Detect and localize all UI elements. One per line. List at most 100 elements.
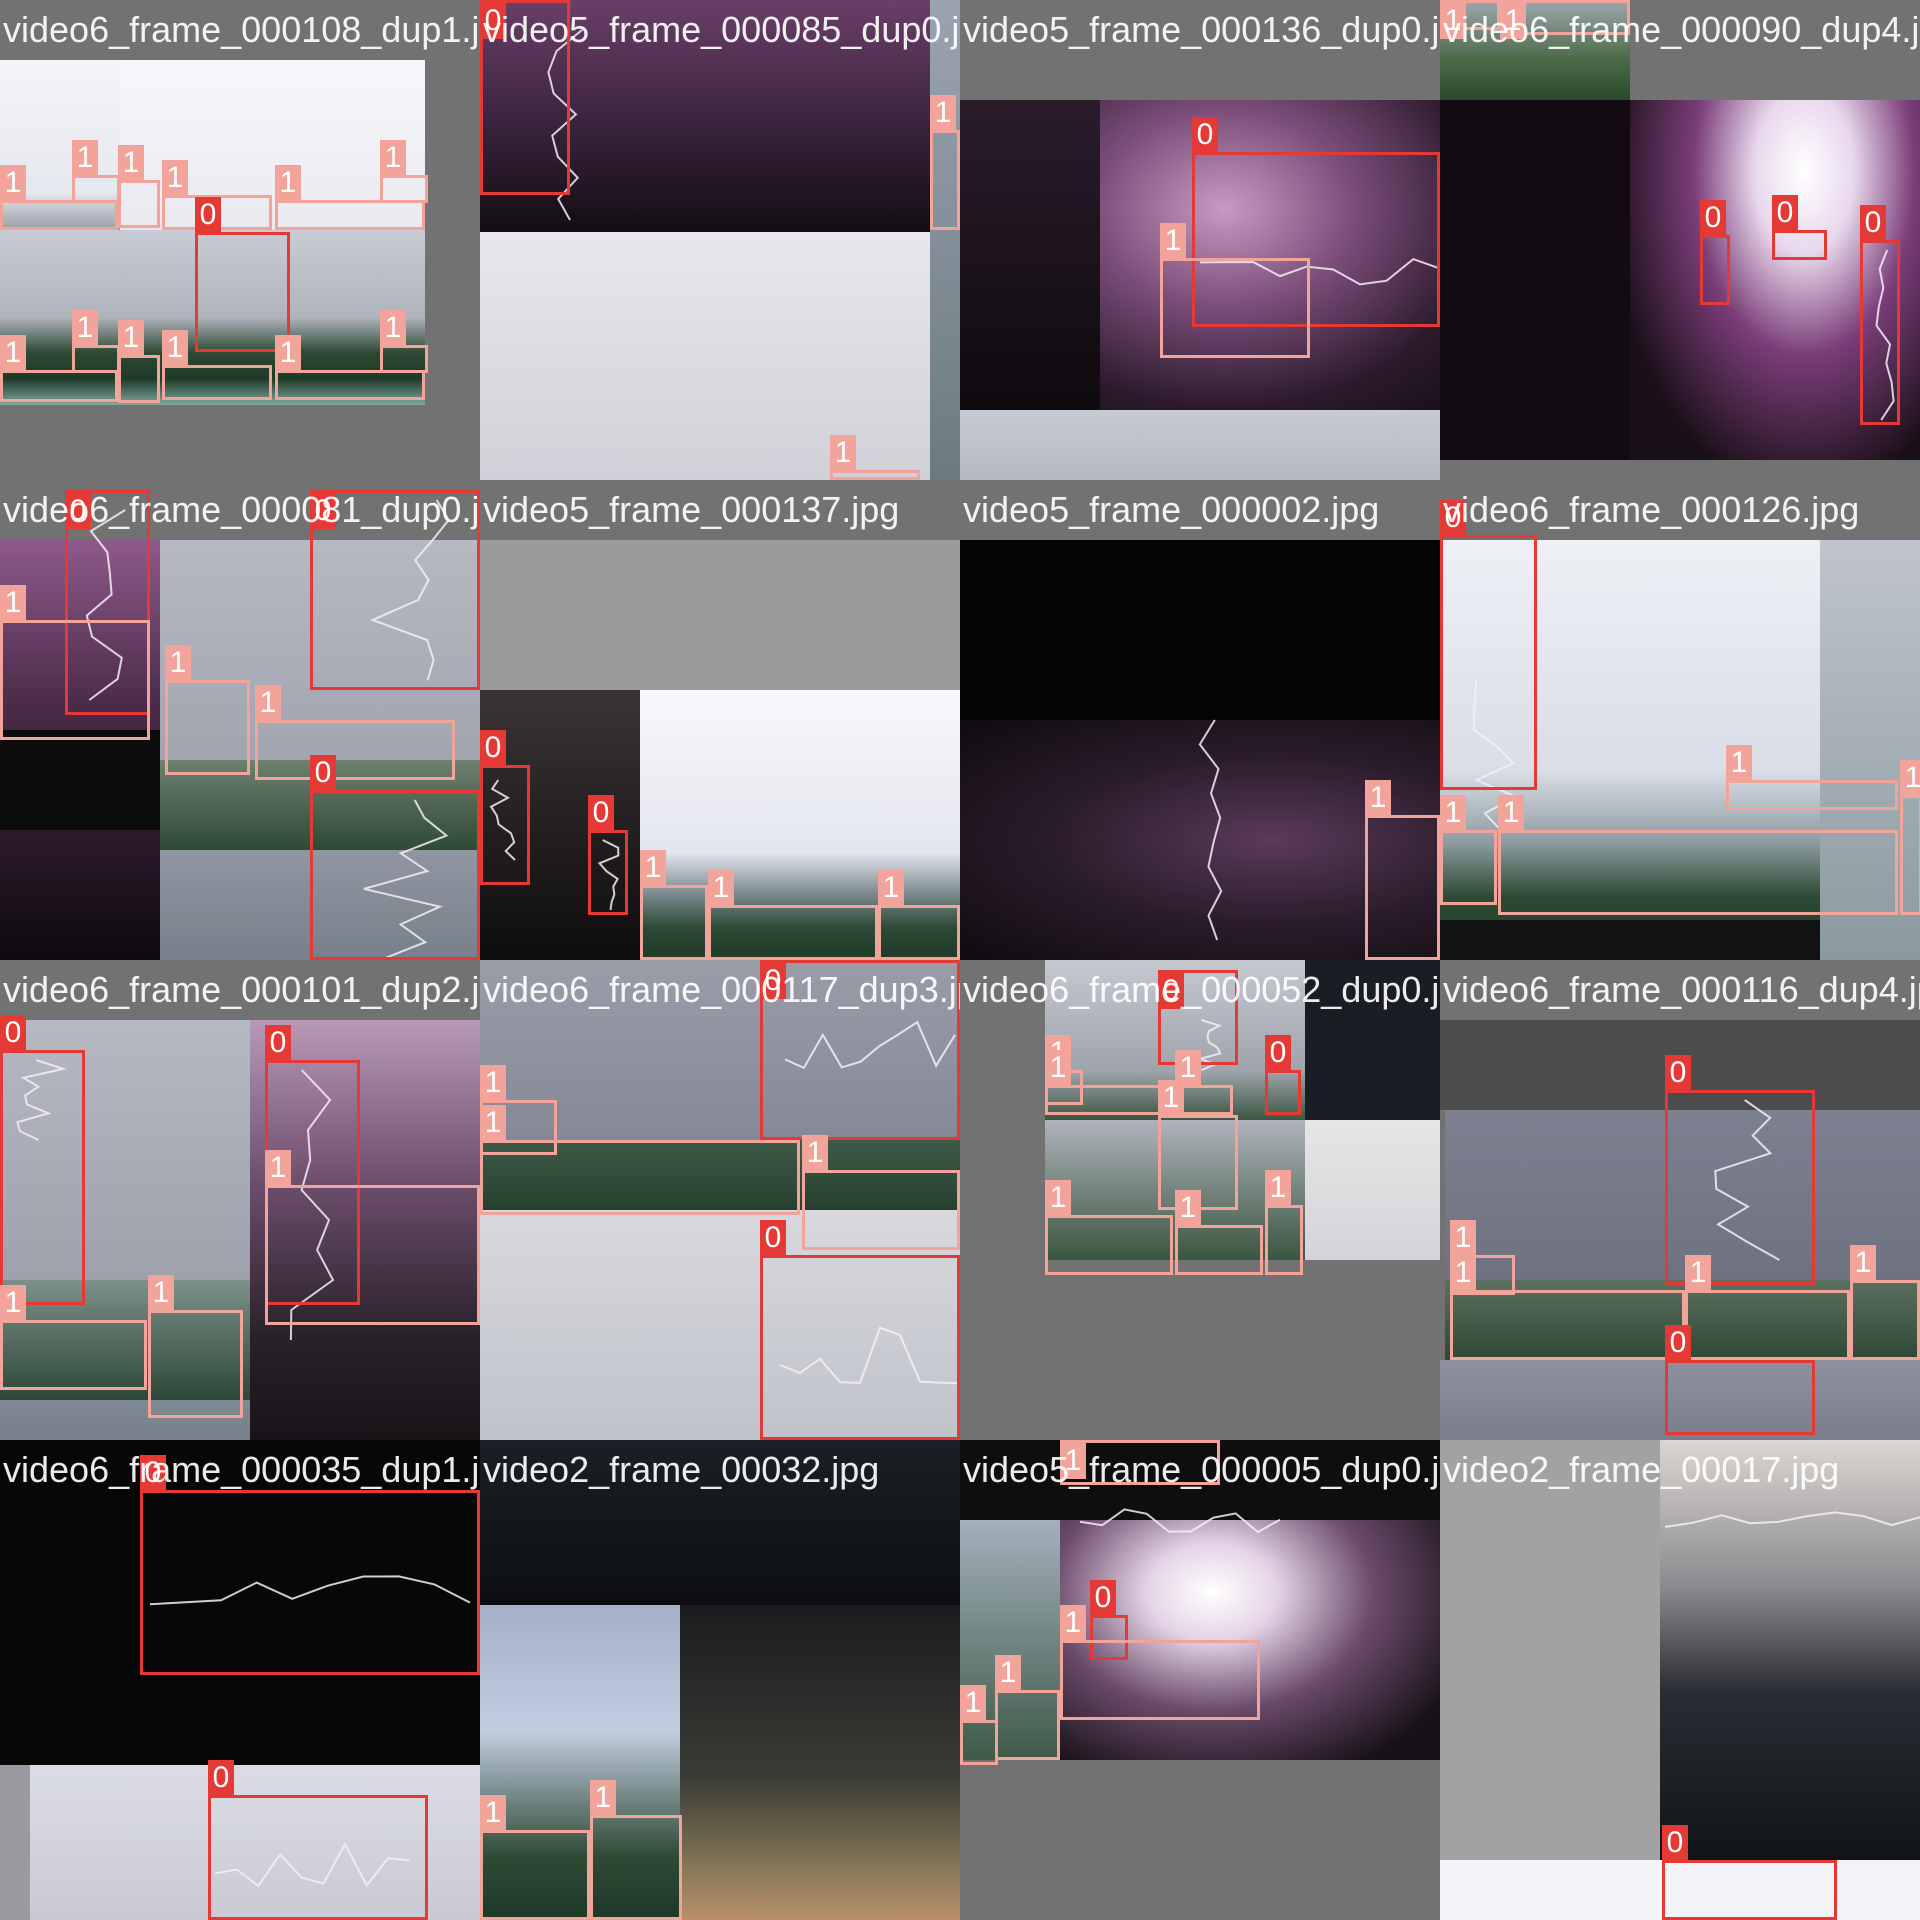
bbox-label: 0: [265, 1025, 291, 1061]
bbox-class-1: 1: [1450, 1255, 1685, 1360]
mosaic-tile: 1 1 video2_frame_00032.jpg: [480, 1440, 960, 1920]
bbox-label: 0: [1665, 1325, 1691, 1361]
bbox-class-1: 1: [960, 1685, 998, 1765]
bbox-label: 0: [588, 795, 614, 831]
bbox-label: 0: [65, 493, 91, 529]
bbox-label: 1: [1158, 1080, 1184, 1116]
bbox-class-1: 1: [0, 585, 150, 740]
bbox-class-0: 0: [1665, 1325, 1815, 1435]
bbox-class-1: 1: [930, 95, 960, 230]
bbox-label: 0: [1700, 200, 1726, 236]
image-patch: [680, 1605, 960, 1920]
bbox-label: 1: [1500, 3, 1526, 39]
bbox-label: 1: [1045, 1050, 1071, 1086]
image-patch: [0, 1765, 30, 1920]
bbox-class-1: 1: [1498, 795, 1898, 915]
bbox-class-1: 1: [1685, 1255, 1850, 1360]
bbox-class-1: 1: [1175, 1190, 1263, 1275]
bbox-label: 1: [1440, 3, 1466, 39]
bbox-label: 1: [162, 330, 188, 366]
bbox-class-0: 0: [1772, 195, 1827, 260]
bbox-class-1: 1: [162, 330, 272, 400]
bbox-label: 1: [1175, 1190, 1201, 1226]
bbox-label: 1: [590, 1780, 616, 1816]
bbox-class-0: 0: [310, 490, 480, 690]
bbox-label: 1: [1160, 223, 1186, 259]
bbox-label: 0: [1192, 117, 1218, 153]
bbox-label: 1: [802, 1135, 828, 1171]
bbox-class-0: 0: [140, 1455, 480, 1675]
bbox-label: 0: [1090, 1580, 1116, 1616]
bbox-class-1: 1: [1060, 1605, 1260, 1720]
bbox-label: 1: [0, 165, 26, 201]
bbox-class-1: 1: [480, 1795, 590, 1920]
mosaic-grid: 1 1 1 1 1 1 0 1 1 1 1 1 1 video6_frame_000108_dup1.jp…: [0, 0, 1920, 1920]
bbox-label: 1: [162, 160, 188, 196]
bbox-label: 0: [1860, 205, 1886, 241]
tile-filename: video5_frame_000136_dup0.jpg: [963, 9, 1440, 50]
bbox-class-1: 1: [165, 645, 250, 775]
bbox-class-1: 1: [995, 1655, 1060, 1760]
bbox-label: 1: [1498, 795, 1524, 831]
tile-filename: video6_frame_000116_dup4.jpg: [1443, 969, 1920, 1010]
bbox-class-1: 1: [118, 320, 160, 403]
mosaic-tile: 0 video2_frame_00017.jpg: [1440, 1440, 1920, 1920]
bbox-class-1: 1: [1500, 0, 1630, 39]
bbox-label: 1: [0, 335, 26, 371]
mosaic-tile: 0 1 1 1 1 video6_frame_000126.jpg: [1440, 480, 1920, 960]
bbox-label: 0: [480, 730, 506, 766]
bbox-label: 1: [830, 435, 856, 471]
bbox-class-0: 0: [208, 1760, 428, 1920]
tile-filename: video6_frame_000126.jpg: [1443, 489, 1860, 530]
image-patch: [960, 1260, 1440, 1440]
bbox-label: 1: [275, 335, 301, 371]
bbox-class-0: 0: [760, 1220, 960, 1440]
bbox-class-1: 1: [255, 685, 455, 780]
bbox-label: 1: [878, 870, 904, 906]
bbox-label: 1: [148, 1275, 174, 1311]
bbox-label: 1: [118, 320, 144, 356]
tile-filename: video5_frame_000137.jpg: [483, 489, 900, 530]
bbox-class-0: 0: [1440, 500, 1537, 790]
bbox-label: 1: [480, 1105, 506, 1141]
bbox-class-0: 0: [480, 730, 530, 885]
bbox-class-0: 0: [1662, 1825, 1837, 1920]
bbox-label: 0: [1265, 1035, 1291, 1071]
bbox-label: 1: [1450, 1255, 1476, 1291]
bbox-label: 0: [1662, 1825, 1688, 1861]
bbox-class-0: 0: [310, 755, 480, 960]
bbox-class-1: 1: [1045, 1180, 1173, 1275]
mosaic-tile: 0 0 video6_frame_000035_dup1.jpg: [0, 1440, 480, 1920]
bbox-class-1: 1: [1900, 760, 1920, 915]
bbox-class-1: 1: [590, 1780, 682, 1920]
image-patch: [1305, 960, 1440, 1120]
bbox-class-0: 0: [1265, 1035, 1301, 1115]
bbox-class-0: 0: [1700, 200, 1730, 305]
bbox-label: 1: [1440, 795, 1466, 831]
bbox-class-1: 1: [1440, 0, 1500, 39]
bbox-label: 0: [310, 493, 336, 529]
bbox-class-0: 0: [195, 197, 290, 352]
bbox-label: 1: [1450, 1220, 1476, 1256]
image-patch: [1305, 1120, 1440, 1260]
bbox-label: 0: [480, 3, 506, 39]
bbox-class-1: 1: [1365, 780, 1440, 960]
image-patch: [1660, 1440, 1920, 1860]
bbox-label: 0: [1440, 500, 1466, 536]
bbox-class-0: 0: [0, 1015, 85, 1305]
bbox-class-0: 0: [1860, 205, 1900, 425]
bbox-label: 1: [1685, 1255, 1711, 1291]
bbox-label: 1: [640, 850, 666, 886]
bbox-label: 0: [760, 1220, 786, 1256]
bbox-label: 0: [195, 197, 221, 233]
bbox-class-1: 1: [265, 1150, 480, 1325]
mosaic-tile: 0 1 1 1 1 0 video6_frame_000116_dup4.jpg: [1440, 960, 1920, 1440]
bbox-label: 1: [380, 310, 406, 346]
bbox-label: 1: [960, 1685, 986, 1721]
bbox-class-1: 1: [0, 165, 118, 230]
mosaic-tile: 1 1 1 1 1 1 0 1 1 1 1 1 1 video6_frame_000108_dup1.jp…: [0, 0, 480, 480]
bbox-label: 0: [1665, 1055, 1691, 1091]
mosaic-tile: 0 1 1 video5_frame_000085_dup0.jpg: [480, 0, 960, 480]
image-patch: [960, 1760, 1440, 1920]
bbox-class-1: 1: [275, 335, 425, 400]
